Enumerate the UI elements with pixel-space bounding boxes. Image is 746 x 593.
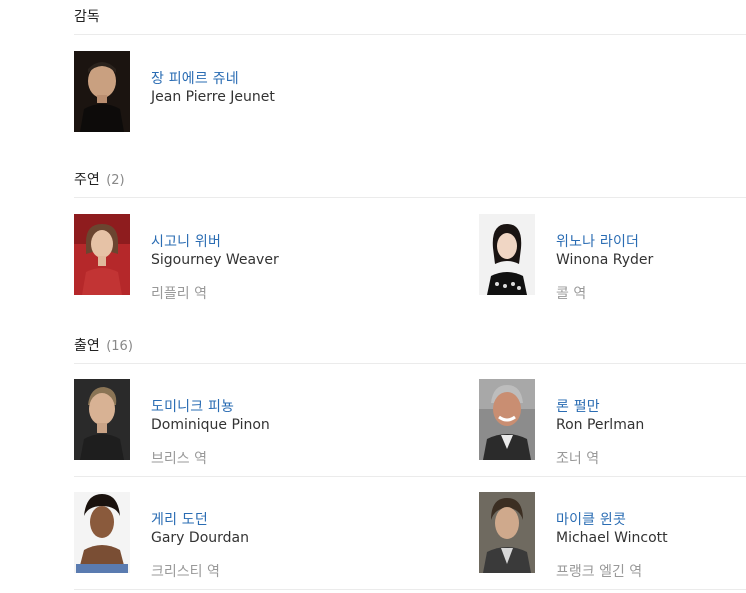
person-photo[interactable] — [74, 492, 130, 573]
row-divider — [74, 476, 746, 477]
person-card-director[interactable]: 장 피에르 쥬네 Jean Pierre Jeunet — [74, 51, 404, 133]
person-photo[interactable] — [74, 214, 130, 295]
person-card-lead-2[interactable]: 위노나 라이더 Winona Ryder 콜 역 — [479, 214, 746, 302]
person-card-lead-1[interactable]: 시고니 위버 Sigourney Weaver 리플리 역 — [74, 214, 404, 302]
lead-count: (2) — [106, 173, 125, 188]
person-name-en: Dominique Pinon — [151, 417, 270, 433]
person-role: 프랭크 엘긴 역 — [556, 564, 643, 580]
person-name-ko[interactable]: 위노나 라이더 — [556, 231, 639, 251]
person-name-ko[interactable]: 시고니 위버 — [151, 231, 221, 251]
person-name-ko[interactable]: 게리 도던 — [151, 509, 208, 529]
person-name-ko[interactable]: 론 펄만 — [556, 396, 600, 416]
person-role: 콜 역 — [556, 286, 587, 302]
person-photo[interactable] — [479, 492, 535, 573]
section-title-lead: 주연 (2) — [74, 170, 746, 190]
cast-count: (16) — [106, 339, 133, 354]
person-name-en: Sigourney Weaver — [151, 252, 279, 268]
cast-title-text: 출연 — [74, 338, 100, 354]
person-name-en: Jean Pierre Jeunet — [151, 89, 275, 105]
row-divider — [74, 589, 746, 590]
person-name-ko[interactable]: 도미니크 피뇽 — [151, 396, 234, 416]
person-role: 조너 역 — [556, 451, 600, 467]
section-title-director: 감독 — [74, 7, 746, 27]
section-divider — [74, 363, 746, 364]
person-card-cast-2[interactable]: 론 펄만 Ron Perlman 조너 역 — [479, 379, 746, 467]
person-photo[interactable] — [479, 214, 535, 295]
lead-title-text: 주연 — [74, 172, 100, 188]
section-divider — [74, 197, 746, 198]
person-name-en: Michael Wincott — [556, 530, 668, 546]
person-role: 브리스 역 — [151, 451, 207, 467]
person-card-cast-4[interactable]: 마이클 윈콧 Michael Wincott 프랭크 엘긴 역 — [479, 492, 746, 580]
person-card-cast-3[interactable]: 게리 도던 Gary Dourdan 크리스티 역 — [74, 492, 404, 580]
person-name-ko[interactable]: 마이클 윈콧 — [556, 509, 626, 529]
person-photo[interactable] — [479, 379, 535, 460]
person-name-en: Ron Perlman — [556, 417, 645, 433]
lead-section: 주연 (2) — [74, 170, 746, 198]
director-title-text: 감독 — [74, 9, 100, 25]
person-photo[interactable] — [74, 379, 130, 460]
person-name-en: Gary Dourdan — [151, 530, 249, 546]
person-card-cast-1[interactable]: 도미니크 피뇽 Dominique Pinon 브리스 역 — [74, 379, 404, 467]
person-name-en: Winona Ryder — [556, 252, 654, 268]
person-name-ko[interactable]: 장 피에르 쥬네 — [151, 68, 239, 88]
person-role: 크리스티 역 — [151, 564, 220, 580]
section-divider — [74, 34, 746, 35]
director-section: 감독 — [74, 7, 746, 35]
cast-section: 출연 (16) — [74, 336, 746, 364]
section-title-cast: 출연 (16) — [74, 336, 746, 356]
person-photo[interactable] — [74, 51, 130, 132]
person-role: 리플리 역 — [151, 286, 207, 302]
